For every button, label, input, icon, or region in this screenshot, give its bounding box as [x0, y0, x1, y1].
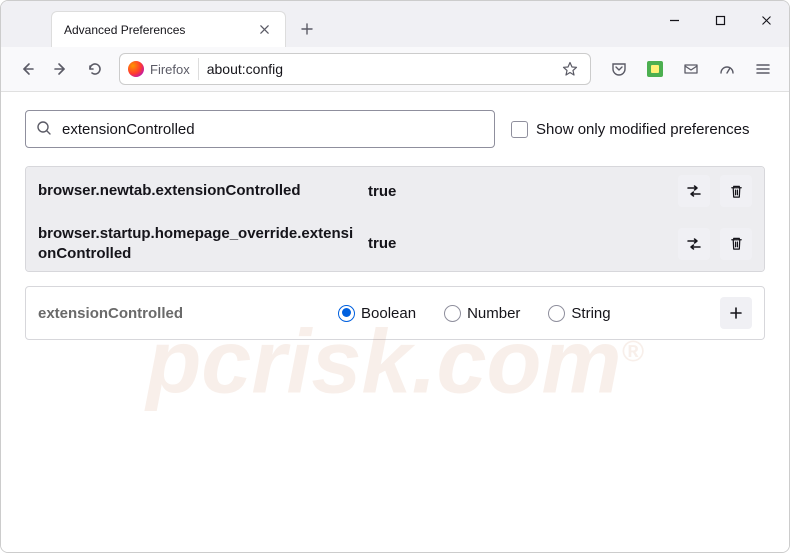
add-button[interactable] — [720, 297, 752, 329]
star-icon — [562, 61, 578, 77]
radio-boolean[interactable]: Boolean — [338, 305, 416, 322]
preference-name: browser.startup.homepage_override.extens… — [38, 224, 368, 263]
search-input[interactable] — [62, 121, 484, 138]
mail-button[interactable] — [675, 53, 707, 85]
pocket-button[interactable] — [603, 53, 635, 85]
extension-button[interactable] — [639, 53, 671, 85]
radio-icon — [444, 305, 461, 322]
maximize-button[interactable] — [697, 1, 743, 39]
identity-box[interactable]: Firefox — [128, 58, 199, 80]
mail-icon — [683, 61, 699, 77]
browser-window: Advanced Preferences — [0, 0, 790, 553]
preference-actions — [678, 175, 752, 207]
back-button[interactable] — [11, 53, 43, 85]
minimize-icon — [669, 15, 680, 26]
bookmark-button[interactable] — [558, 57, 582, 81]
results-list: browser.newtab.extensionControlled true … — [25, 166, 765, 272]
preference-value: true — [368, 183, 678, 200]
app-menu-button[interactable] — [747, 53, 779, 85]
checkbox-label: Show only modified preferences — [536, 121, 749, 138]
delete-button[interactable] — [720, 228, 752, 260]
pocket-icon — [611, 61, 627, 77]
tab-title: Advanced Preferences — [64, 23, 255, 37]
toggle-button[interactable] — [678, 175, 710, 207]
trash-icon — [729, 236, 744, 251]
reload-icon — [87, 61, 103, 77]
hamburger-icon — [755, 61, 771, 77]
search-row: Show only modified preferences — [25, 110, 765, 148]
gauge-icon — [719, 61, 735, 77]
dashboard-button[interactable] — [711, 53, 743, 85]
search-icon — [36, 120, 54, 138]
radio-string[interactable]: String — [548, 305, 610, 322]
radio-number[interactable]: Number — [444, 305, 520, 322]
preference-row[interactable]: browser.newtab.extensionControlled true — [26, 167, 764, 216]
reload-button[interactable] — [79, 53, 111, 85]
preference-value: true — [368, 235, 678, 252]
toggle-button[interactable] — [678, 228, 710, 260]
plus-icon — [728, 305, 744, 321]
extension-icon — [647, 61, 663, 77]
maximize-icon — [715, 15, 726, 26]
titlebar: Advanced Preferences — [1, 1, 789, 47]
create-preference-row: extensionControlled Boolean Number Strin… — [25, 286, 765, 340]
radio-icon — [548, 305, 565, 322]
firefox-icon — [128, 61, 144, 77]
preference-row[interactable]: browser.startup.homepage_override.extens… — [26, 216, 764, 271]
toolbar-extensions — [603, 53, 779, 85]
toggle-icon — [686, 236, 702, 252]
toggle-icon — [686, 183, 702, 199]
url-text: about:config — [199, 61, 558, 77]
type-radio-group: Boolean Number String — [338, 305, 720, 322]
close-tab-button[interactable] — [255, 21, 273, 39]
delete-button[interactable] — [720, 175, 752, 207]
minimize-button[interactable] — [651, 1, 697, 39]
create-preference-name: extensionControlled — [38, 305, 338, 322]
preference-name: browser.newtab.extensionControlled — [38, 181, 368, 201]
close-icon — [761, 15, 772, 26]
arrow-right-icon — [53, 61, 69, 77]
browser-tab[interactable]: Advanced Preferences — [51, 11, 286, 47]
arrow-left-icon — [19, 61, 35, 77]
radio-icon — [338, 305, 355, 322]
page-content: Show only modified preferences browser.n… — [1, 92, 789, 552]
radio-label: Number — [467, 305, 520, 322]
window-controls — [651, 1, 789, 39]
preference-actions — [678, 228, 752, 260]
search-box[interactable] — [25, 110, 495, 148]
new-tab-button[interactable] — [292, 14, 322, 44]
identity-label: Firefox — [150, 62, 190, 77]
show-modified-checkbox[interactable]: Show only modified preferences — [511, 121, 749, 138]
navigation-toolbar: Firefox about:config — [1, 47, 789, 92]
trash-icon — [729, 184, 744, 199]
checkbox-icon — [511, 121, 528, 138]
close-icon — [259, 24, 270, 35]
radio-label: String — [571, 305, 610, 322]
plus-icon — [300, 22, 314, 36]
radio-label: Boolean — [361, 305, 416, 322]
url-bar[interactable]: Firefox about:config — [119, 53, 591, 85]
forward-button[interactable] — [45, 53, 77, 85]
close-window-button[interactable] — [743, 1, 789, 39]
